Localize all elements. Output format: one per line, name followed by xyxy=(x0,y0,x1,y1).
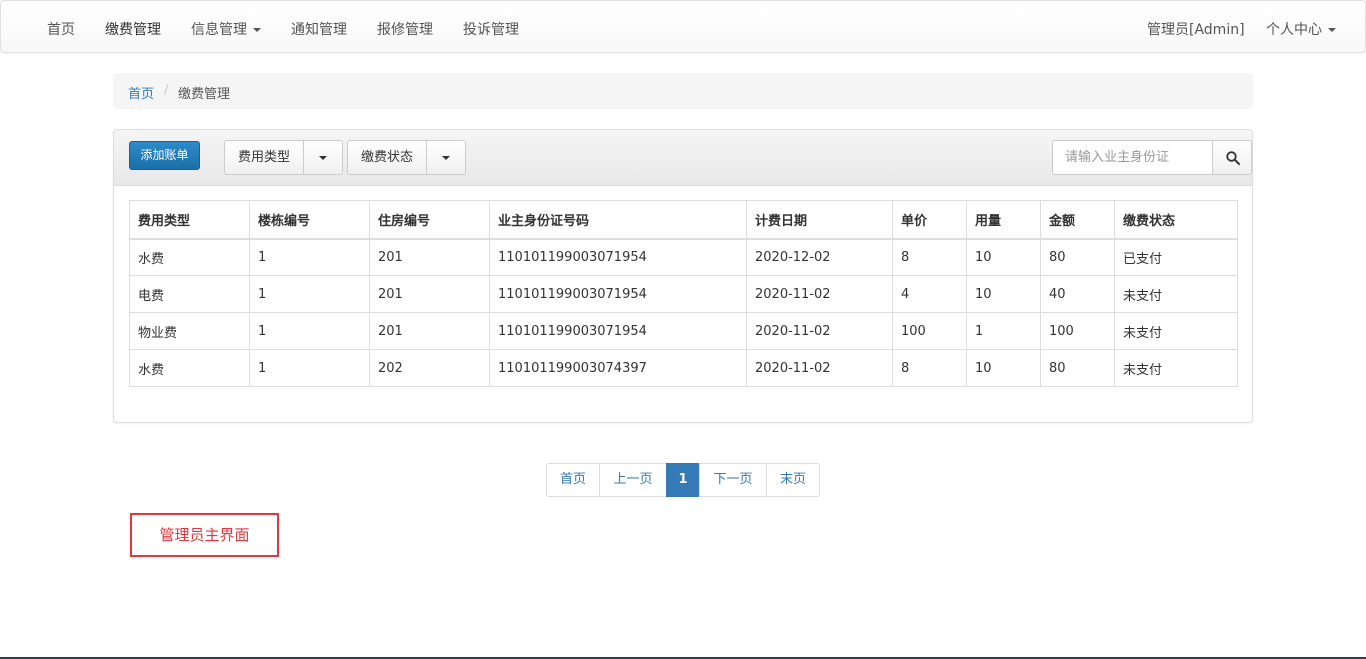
table-cell: 2020-12-02 xyxy=(746,238,893,276)
table-cell: 2020-11-02 xyxy=(746,312,893,350)
payment-status-toggle[interactable] xyxy=(427,140,466,175)
payment-status-dropdown: 缴费状态 xyxy=(347,140,466,175)
billing-panel: 添加账单 费用类型 缴费状态 费用类型 楼栋编号 住房编号 xyxy=(113,129,1253,423)
table-cell: 电费 xyxy=(129,275,250,313)
column-header[interactable]: 用量 xyxy=(966,200,1041,240)
caret-down-icon xyxy=(442,155,450,160)
owner-id-search-input[interactable] xyxy=(1052,140,1213,175)
column-header[interactable]: 楼栋编号 xyxy=(249,200,370,240)
table-cell: 201 xyxy=(369,312,490,350)
table-cell: 110101199003074397 xyxy=(489,349,747,387)
fee-type-button[interactable]: 费用类型 xyxy=(224,140,304,175)
table-cell: 未支付 xyxy=(1114,312,1238,350)
table-cell: 已支付 xyxy=(1114,238,1238,276)
table-cell: 1 xyxy=(249,349,370,387)
personal-center-label: 个人中心 xyxy=(1266,22,1322,38)
table-cell: 1 xyxy=(249,312,370,350)
table-cell: 水费 xyxy=(129,349,250,387)
table-cell: 1 xyxy=(966,312,1041,350)
nav-notice-management[interactable]: 通知管理 xyxy=(291,19,347,39)
table-cell: 未支付 xyxy=(1114,275,1238,313)
admin-user-label[interactable]: 管理员[Admin] xyxy=(1147,19,1245,39)
column-header[interactable]: 单价 xyxy=(892,200,967,240)
top-navbar: 首页 缴费管理 信息管理 通知管理 报修管理 投诉管理 管理员[Admin] 个… xyxy=(0,0,1366,53)
table-cell: 物业费 xyxy=(129,312,250,350)
table-row[interactable]: 水费 1 202 110101199003074397 2020-11-02 8… xyxy=(129,349,1238,387)
billing-table: 费用类型 楼栋编号 住房编号 业主身份证号码 计费日期 单价 用量 金额 缴费状… xyxy=(129,200,1238,387)
nav-repair-management[interactable]: 报修管理 xyxy=(377,19,433,39)
table-row[interactable]: 水费 1 201 110101199003071954 2020-12-02 8… xyxy=(129,238,1238,276)
first-page-link[interactable]: 首页 xyxy=(546,463,600,497)
nav-info-management-label: 信息管理 xyxy=(191,22,247,38)
table-cell: 8 xyxy=(892,349,967,387)
column-header[interactable]: 费用类型 xyxy=(129,200,250,240)
table-cell: 80 xyxy=(1040,349,1115,387)
table-cell: 80 xyxy=(1040,238,1115,276)
breadcrumb: 首页 / 缴费管理 xyxy=(113,73,1253,109)
nav-complaint-management[interactable]: 投诉管理 xyxy=(463,19,519,39)
table-cell: 未支付 xyxy=(1114,349,1238,387)
panel-toolbar: 添加账单 费用类型 缴费状态 xyxy=(114,130,1252,186)
column-header[interactable]: 计费日期 xyxy=(746,200,893,240)
caret-down-icon xyxy=(319,155,327,160)
table-cell: 10 xyxy=(966,349,1041,387)
table-cell: 110101199003071954 xyxy=(489,312,747,350)
table-cell: 202 xyxy=(369,349,490,387)
table-cell: 10 xyxy=(966,238,1041,276)
fee-type-toggle[interactable] xyxy=(304,140,343,175)
table-cell: 4 xyxy=(892,275,967,313)
table-cell: 100 xyxy=(892,312,967,350)
payment-status-button[interactable]: 缴费状态 xyxy=(347,140,427,175)
table-cell: 10 xyxy=(966,275,1041,313)
next-page-link[interactable]: 下一页 xyxy=(699,463,767,497)
table-header-row: 费用类型 楼栋编号 住房编号 业主身份证号码 计费日期 单价 用量 金额 缴费状… xyxy=(129,200,1238,240)
table-cell: 1 xyxy=(249,238,370,276)
personal-center-menu[interactable]: 个人中心 xyxy=(1266,19,1336,39)
table-cell: 201 xyxy=(369,238,490,276)
table-cell: 1 xyxy=(249,275,370,313)
column-header[interactable]: 缴费状态 xyxy=(1114,200,1238,240)
search-button[interactable] xyxy=(1212,140,1252,175)
table-cell: 110101199003071954 xyxy=(489,238,747,276)
breadcrumb-home-link[interactable]: 首页 xyxy=(128,83,154,102)
admin-main-caption: 管理员主界面 xyxy=(130,513,279,557)
nav-payment-management[interactable]: 缴费管理 xyxy=(105,19,161,39)
search-icon xyxy=(1226,151,1240,165)
current-page-link[interactable]: 1 xyxy=(666,463,700,497)
fee-type-dropdown: 费用类型 xyxy=(224,140,343,175)
caret-down-icon xyxy=(253,28,261,32)
last-page-link[interactable]: 末页 xyxy=(766,463,820,497)
column-header[interactable]: 住房编号 xyxy=(369,200,490,240)
caret-down-icon xyxy=(1328,28,1336,32)
table-cell: 40 xyxy=(1040,275,1115,313)
table-row[interactable]: 电费 1 201 110101199003071954 2020-11-02 4… xyxy=(129,275,1238,313)
nav-home[interactable]: 首页 xyxy=(47,19,75,39)
table-cell: 2020-11-02 xyxy=(746,349,893,387)
breadcrumb-current: 缴费管理 xyxy=(178,87,231,102)
table-cell: 201 xyxy=(369,275,490,313)
table-cell: 2020-11-02 xyxy=(746,275,893,313)
pagination: 首页 上一页 1 下一页 末页 xyxy=(546,463,820,497)
prev-page-link[interactable]: 上一页 xyxy=(599,463,667,497)
add-bill-button[interactable]: 添加账单 xyxy=(129,141,200,170)
table-cell: 110101199003071954 xyxy=(489,275,747,313)
nav-info-management[interactable]: 信息管理 xyxy=(191,19,261,39)
table-cell: 100 xyxy=(1040,312,1115,350)
column-header[interactable]: 金额 xyxy=(1040,200,1115,240)
table-cell: 8 xyxy=(892,238,967,276)
breadcrumb-separator: / xyxy=(164,83,169,98)
table-cell: 水费 xyxy=(129,238,250,276)
table-row[interactable]: 物业费 1 201 110101199003071954 2020-11-02 … xyxy=(129,312,1238,350)
column-header[interactable]: 业主身份证号码 xyxy=(489,200,747,240)
